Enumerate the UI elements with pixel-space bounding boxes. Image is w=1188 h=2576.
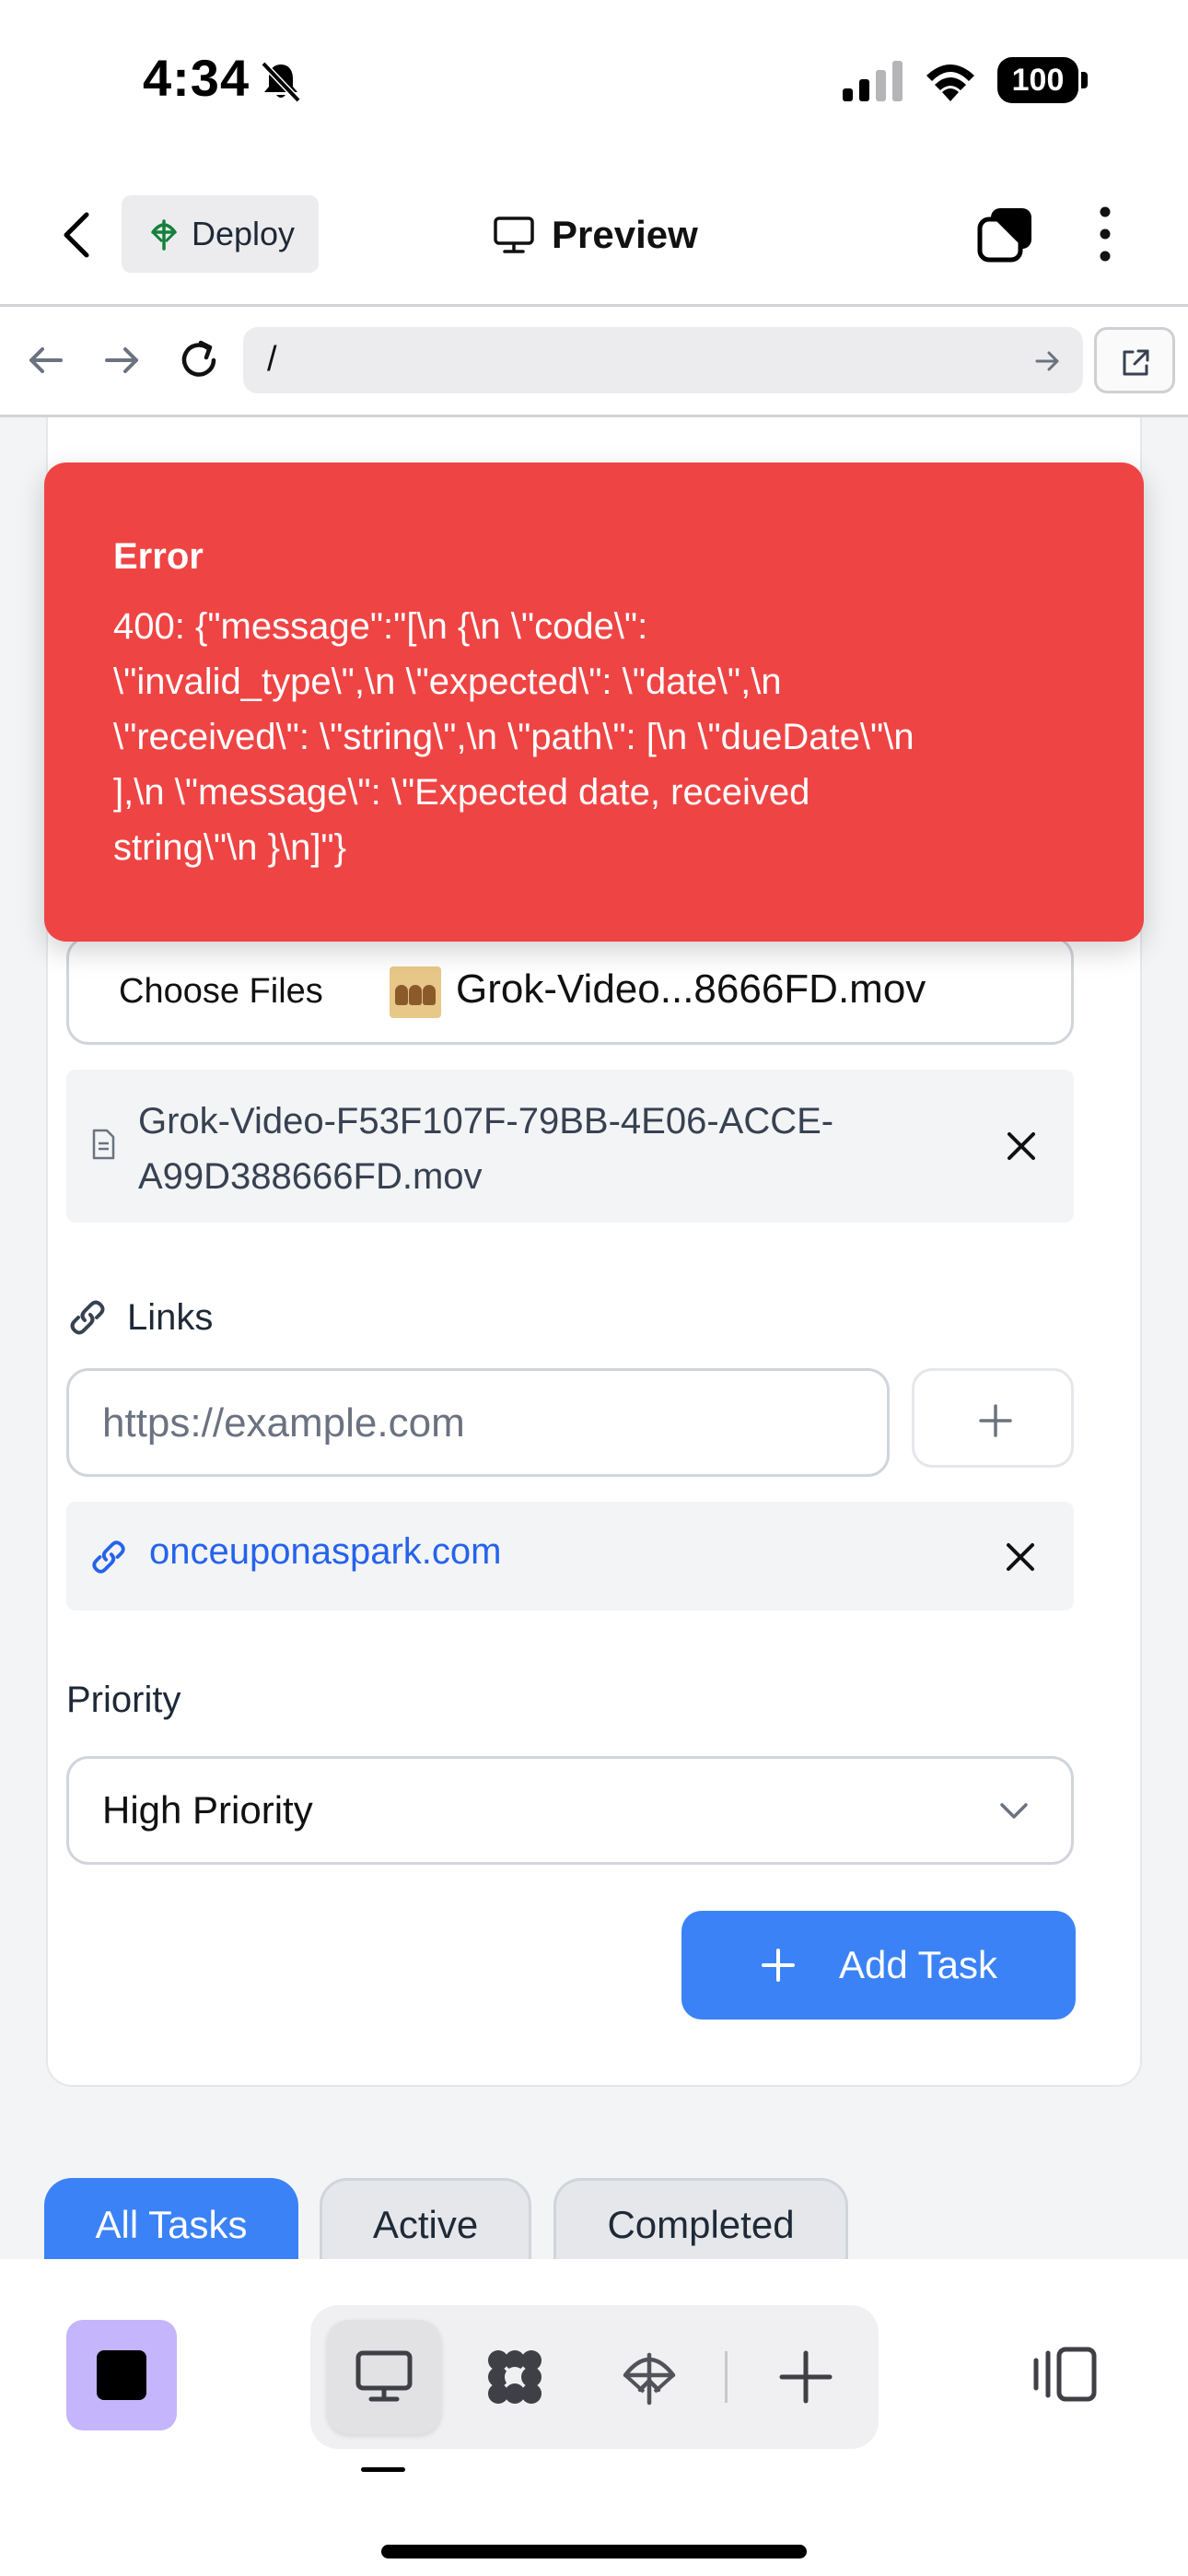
selected-file-name: Grok-Video...8666FD.mov: [456, 966, 926, 1012]
bell-slash-icon: [261, 61, 301, 103]
reload-icon[interactable]: [173, 334, 225, 386]
battery-level: 100: [997, 57, 1078, 103]
add-link-button[interactable]: [912, 1368, 1074, 1468]
add-task-label: Add Task: [839, 1943, 997, 1986]
battery-icon: 100: [997, 57, 1088, 103]
back-icon[interactable]: [55, 207, 101, 263]
link-icon: [70, 1300, 105, 1335]
link-item: onceuponaspark.com: [66, 1502, 1074, 1610]
wifi-icon: [926, 64, 974, 101]
mode-divider: [725, 2351, 728, 2403]
mode-switcher: [310, 2305, 879, 2449]
deploy-label: Deploy: [192, 215, 296, 252]
open-external-button[interactable]: [1094, 327, 1175, 393]
add-task-button[interactable]: Add Task: [681, 1911, 1076, 2020]
monitor-icon: [494, 217, 534, 253]
tab-active[interactable]: Active: [320, 2178, 531, 2259]
file-thumbnail: [390, 966, 441, 1018]
link-icon: [92, 1540, 125, 1574]
status-time: 4:34: [143, 49, 250, 107]
external-link-icon: [1123, 349, 1149, 376]
document-icon: [92, 1129, 115, 1160]
monitor-icon: [355, 2350, 413, 2402]
attached-file-item: Grok-Video-F53F107F-79BB-4E06-ACCE-A99D3…: [66, 1070, 1074, 1223]
tabs-icon[interactable]: [976, 205, 1035, 263]
deploy-icon: [623, 2352, 676, 2406]
tab-completed-label: Completed: [607, 2203, 795, 2246]
side-panel-icon[interactable]: [1030, 2344, 1100, 2405]
bottom-toolbar: [0, 2259, 1188, 2576]
deploy-mode-button[interactable]: [592, 2320, 706, 2434]
stop-button[interactable]: [66, 2320, 177, 2430]
links-label-text: Links: [127, 1296, 214, 1338]
links-section-label: Links: [66, 1290, 213, 1345]
link-url-field[interactable]: [102, 1395, 857, 1452]
status-bar: 4:34 100: [0, 0, 1188, 161]
error-title: Error: [113, 536, 204, 577]
remove-link-icon[interactable]: [1004, 1540, 1037, 1574]
priority-label: Priority: [66, 1680, 181, 1720]
agents-mode-button[interactable]: [458, 2320, 572, 2434]
link-url[interactable]: onceuponaspark.com: [149, 1531, 501, 1573]
priority-select[interactable]: High Priority: [66, 1756, 1074, 1865]
arrow-left-icon[interactable]: [20, 334, 72, 386]
tab-all-tasks[interactable]: All Tasks: [44, 2178, 298, 2259]
home-indicator: [381, 2545, 807, 2558]
top-nav: Deploy Preview: [0, 161, 1188, 307]
go-arrow-icon[interactable]: [1031, 345, 1063, 377]
plus-icon: [779, 2350, 833, 2404]
error-message: 400: {"message":"[\n {\n \"code\": \"inv…: [113, 606, 914, 868]
file-picker[interactable]: Choose Files Grok-Video...8666FD.mov: [66, 936, 1074, 1045]
attached-file-name: Grok-Video-F53F107F-79BB-4E06-ACCE-A99D3…: [138, 1101, 834, 1197]
stop-icon: [97, 2350, 146, 2400]
tab-completed[interactable]: Completed: [553, 2178, 848, 2259]
agents-icon: [488, 2350, 542, 2404]
deploy-icon: [151, 219, 177, 251]
url-field[interactable]: /: [243, 327, 1083, 393]
page-title-text: Preview: [552, 213, 698, 256]
chevron-down-icon: [1000, 1803, 1028, 1819]
deploy-button[interactable]: Deploy: [122, 195, 319, 273]
remove-file-icon[interactable]: [1004, 1129, 1039, 1164]
link-url-input[interactable]: [66, 1368, 890, 1477]
tab-all-tasks-label: All Tasks: [95, 2203, 248, 2246]
preview-mode-button[interactable]: [327, 2320, 441, 2434]
choose-files-button[interactable]: Choose Files: [119, 972, 323, 1012]
plus-icon: [979, 1404, 1012, 1437]
error-toast: Error 400: {"message":"[\n {\n \"code\":…: [44, 463, 1144, 942]
new-tab-button[interactable]: [749, 2320, 863, 2434]
active-mode-indicator: [361, 2467, 405, 2472]
tab-active-label: Active: [372, 2203, 479, 2246]
page-title: Preview: [493, 203, 698, 267]
signal-icon: [843, 61, 903, 101]
url-bar: /: [0, 307, 1188, 417]
arrow-right-icon[interactable]: [96, 334, 147, 386]
plus-icon: [762, 1949, 795, 1982]
priority-value: High Priority: [102, 1788, 313, 1832]
url-path: /: [267, 340, 277, 379]
more-icon[interactable]: [1091, 205, 1119, 263]
